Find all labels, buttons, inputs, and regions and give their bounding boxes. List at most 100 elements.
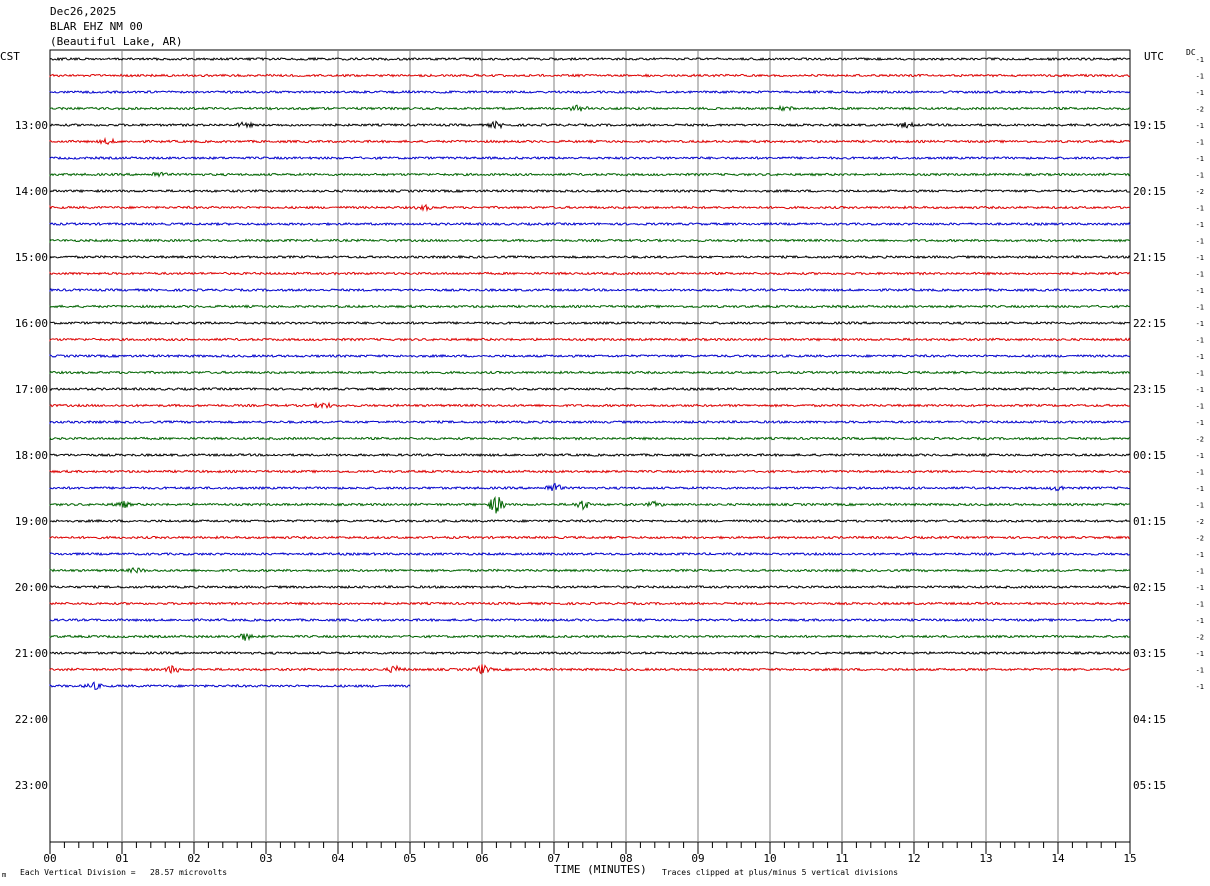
utc-hour-label: 04:15 [1133, 713, 1166, 726]
dc-offset-label: -1 [1196, 568, 1204, 576]
dc-offset-label: -1 [1196, 601, 1204, 609]
seismic-trace [49, 567, 1131, 574]
dc-offset-label: -1 [1196, 419, 1204, 427]
dc-offset-label: -1 [1196, 139, 1204, 147]
seismic-trace [49, 664, 1131, 675]
dc-offset-label: -1 [1196, 172, 1204, 180]
x-tick-label: 15 [1123, 852, 1136, 865]
seismic-trace [49, 632, 1131, 642]
seismic-trace [49, 681, 411, 690]
utc-hour-label: 02:15 [1133, 581, 1166, 594]
x-tick-label: 02 [187, 852, 200, 865]
dc-offset-label: -1 [1196, 221, 1204, 229]
seismic-trace [49, 584, 1131, 590]
x-tick-label: 11 [835, 852, 848, 865]
seismic-trace [49, 304, 1131, 309]
seismic-trace [49, 370, 1131, 375]
seismic-trace [49, 469, 1131, 474]
dc-offset-label: -1 [1196, 122, 1204, 130]
dc-offset-label: -1 [1196, 320, 1204, 328]
seismic-trace [49, 238, 1131, 244]
dc-offset-label: -1 [1196, 584, 1204, 592]
dc-offset-label: -1 [1196, 56, 1204, 64]
seismic-trace [49, 320, 1131, 326]
plot-frame [49, 49, 1131, 843]
utc-hour-label: 22:15 [1133, 317, 1166, 330]
cst-hour-label: 13:00 [15, 119, 48, 132]
seismic-trace [49, 254, 1131, 260]
seismic-trace [49, 89, 1131, 95]
scale-note: Each Vertical Division = 28.57 microvolt… [20, 868, 228, 877]
seismic-trace [49, 401, 1131, 410]
seismic-trace [49, 452, 1131, 458]
seismic-trace [49, 221, 1131, 227]
seismic-trace [49, 617, 1131, 623]
cst-hour-label: 15:00 [15, 251, 48, 264]
seismic-trace [49, 518, 1131, 524]
seismic-trace [49, 495, 1130, 514]
seismic-trace [49, 136, 1131, 146]
cst-hour-label: 19:00 [15, 515, 48, 528]
dc-offset-label: -2 [1196, 535, 1204, 543]
seismic-trace [49, 171, 1131, 178]
dc-offset-label: -2 [1196, 518, 1204, 526]
x-tick-label: 00 [43, 852, 56, 865]
seismic-trace [49, 73, 1131, 78]
dc-offset-label: -1 [1196, 452, 1204, 460]
utc-hour-label: 05:15 [1133, 779, 1166, 792]
seismic-trace [49, 104, 1131, 112]
corner-mark: m [2, 871, 7, 879]
seismic-trace [49, 271, 1131, 276]
dc-offset-label: -2 [1196, 436, 1204, 444]
utc-hour-label: 00:15 [1133, 449, 1166, 462]
seismic-trace [49, 650, 1131, 656]
dc-offset-label: -1 [1196, 337, 1204, 345]
dc-offset-label: -1 [1196, 238, 1204, 246]
seismic-trace [49, 56, 1131, 62]
seismic-trace [49, 337, 1131, 342]
dc-offset-label: -1 [1196, 205, 1204, 213]
x-tick-label: 12 [907, 852, 920, 865]
cst-hour-label: 21:00 [15, 647, 48, 660]
cst-hour-label: 17:00 [15, 383, 48, 396]
seismic-trace [49, 203, 1131, 213]
cst-hour-label: 14:00 [15, 185, 48, 198]
x-tick-label: 13 [979, 852, 992, 865]
dc-offset-label: -1 [1196, 254, 1204, 262]
utc-hour-label: 01:15 [1133, 515, 1166, 528]
x-axis-label: TIME (MINUTES) [554, 863, 647, 876]
seismic-trace [49, 386, 1131, 392]
dc-offset-label: -1 [1196, 271, 1204, 279]
utc-hour-label: 21:15 [1133, 251, 1166, 264]
utc-hour-label: 19:15 [1133, 119, 1166, 132]
utc-hour-label: 20:15 [1133, 185, 1166, 198]
cst-hour-label: 16:00 [15, 317, 48, 330]
cst-hour-label: 18:00 [15, 449, 48, 462]
x-tick-label: 14 [1051, 852, 1065, 865]
seismic-trace [49, 601, 1131, 606]
dc-offset-label: -1 [1196, 370, 1204, 378]
seismic-trace [49, 535, 1131, 540]
dc-offset-label: -1 [1196, 304, 1204, 312]
dc-offset-label: -1 [1196, 502, 1204, 510]
seismic-trace [49, 188, 1131, 194]
clip-note: Traces clipped at plus/minus 5 vertical … [662, 868, 899, 877]
dc-offset-label: -1 [1196, 287, 1204, 295]
x-tick-label: 05 [403, 852, 416, 865]
seismic-trace [49, 436, 1131, 441]
x-tick-label: 10 [763, 852, 776, 865]
seismic-trace [49, 551, 1131, 557]
dc-offset-label: -1 [1196, 650, 1204, 658]
dc-offset-label: -1 [1196, 386, 1204, 394]
seismic-trace [49, 353, 1131, 359]
dc-offset-label: -1 [1196, 89, 1204, 97]
dc-offset-label: -1 [1196, 551, 1204, 559]
seismic-trace [49, 419, 1131, 425]
dc-offset-label: -2 [1196, 106, 1204, 114]
seismic-trace [49, 482, 1131, 492]
dc-offset-label: -1 [1196, 485, 1204, 493]
helicorder-plot: 00 01 02 03 04 05 06 07 08 09 10 11 12 13 14 1513:00 19:… [15, 49, 1204, 865]
utc-hour-label: 03:15 [1133, 647, 1166, 660]
seismic-trace [49, 287, 1130, 293]
x-tick-label: 01 [115, 852, 128, 865]
